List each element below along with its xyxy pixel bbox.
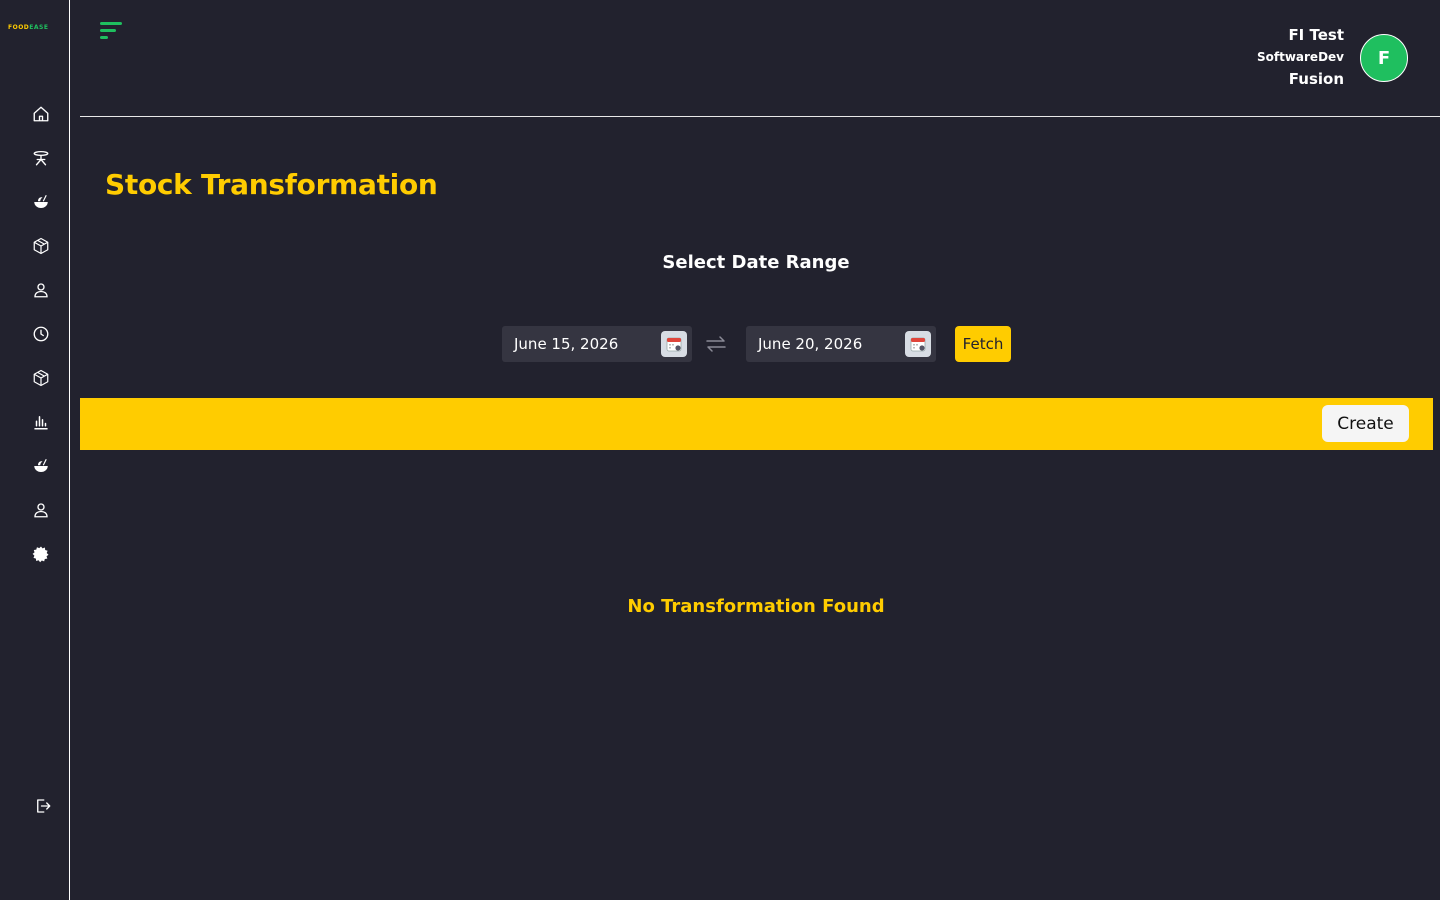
swap-arrows-icon: [704, 334, 728, 354]
box-icon: [33, 369, 49, 387]
food-bowl-icon: [34, 194, 48, 208]
fetch-button[interactable]: Fetch: [955, 326, 1011, 362]
sidebar-item-home[interactable]: [29, 102, 53, 126]
app-logo[interactable]: FOODEASE: [8, 24, 48, 32]
end-date-value: June 20, 2026: [758, 335, 863, 353]
logout-button[interactable]: [31, 794, 55, 818]
logo-text-food: FOOD: [8, 24, 30, 31]
clock-icon: [33, 326, 49, 342]
logo-text-ease: EASE: [29, 24, 49, 31]
user-name: FI Test: [1288, 26, 1344, 44]
sidebar-item-reports[interactable]: [29, 410, 53, 434]
user-icon: [34, 283, 48, 298]
user-info: FI Test SoftwareDev Fusion: [1257, 24, 1344, 90]
page-title: Stock Transformation: [105, 168, 438, 201]
sidebar-item-history[interactable]: [29, 322, 53, 346]
sidebar-item-stock[interactable]: [29, 366, 53, 390]
header-divider: [80, 116, 1440, 117]
calendar-icon[interactable]: [661, 331, 687, 357]
menu-icon: [100, 22, 122, 39]
calendar-icon[interactable]: [905, 331, 931, 357]
sidebar-item-staff[interactable]: [29, 498, 53, 522]
org-name: Fusion: [1288, 70, 1344, 88]
food-bowl-icon: [34, 458, 48, 472]
end-date-input[interactable]: June 20, 2026: [746, 326, 936, 362]
user-role: SoftwareDev: [1256, 50, 1344, 64]
create-button[interactable]: Create: [1322, 405, 1409, 442]
sidebar-item-settings[interactable]: [29, 542, 53, 566]
start-date-value: June 15, 2026: [514, 335, 619, 353]
menu-toggle-button[interactable]: [98, 20, 126, 42]
logout-icon: [37, 799, 51, 813]
action-bar: [80, 398, 1433, 450]
date-range-label: Select Date Range: [662, 252, 850, 273]
bar-chart-icon: [34, 416, 48, 430]
dining-table-icon: [33, 150, 49, 166]
avatar[interactable]: F: [1360, 34, 1408, 82]
user-icon: [34, 503, 48, 518]
home-icon: [33, 106, 49, 122]
gear-icon: [32, 546, 49, 563]
sidebar-item-tables[interactable]: [29, 146, 53, 170]
empty-state-message: No Transformation Found: [627, 596, 885, 617]
sidebar: FOODEASE: [0, 0, 70, 900]
sidebar-item-menu[interactable]: [29, 190, 53, 214]
sidebar-item-recipes[interactable]: [29, 454, 53, 478]
start-date-input[interactable]: June 15, 2026: [502, 326, 692, 362]
sidebar-item-customers[interactable]: [29, 278, 53, 302]
